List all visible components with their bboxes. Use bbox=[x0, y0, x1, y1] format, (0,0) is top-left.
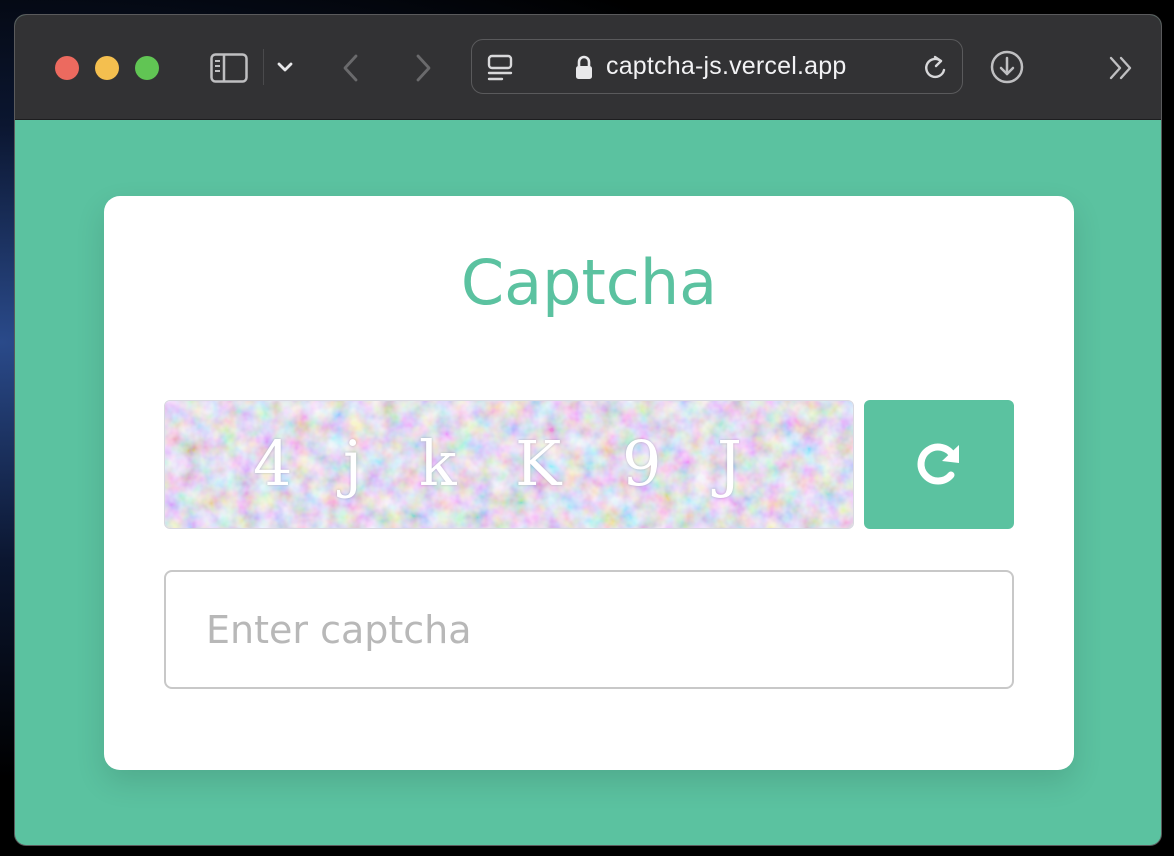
captcha-char: j bbox=[343, 427, 363, 500]
browser-toolbar: captcha-js.vercel.app bbox=[15, 15, 1161, 120]
back-icon[interactable] bbox=[340, 53, 362, 83]
browser-window: captcha-js.vercel.app Captcha 4 j k K 9 … bbox=[14, 14, 1162, 846]
captcha-char: J bbox=[717, 427, 742, 500]
captcha-input[interactable] bbox=[164, 570, 1014, 689]
captcha-char: K bbox=[515, 427, 562, 500]
captcha-card: Captcha 4 j k K 9 J bbox=[104, 196, 1074, 770]
refresh-captcha-button[interactable] bbox=[864, 400, 1014, 529]
zoom-window-button[interactable] bbox=[135, 56, 159, 80]
page-title: Captcha bbox=[460, 246, 718, 319]
url-text[interactable]: captcha-js.vercel.app bbox=[606, 52, 846, 81]
minimize-window-button[interactable] bbox=[95, 56, 119, 80]
more-icon[interactable] bbox=[1107, 53, 1137, 83]
address-bar[interactable]: captcha-js.vercel.app bbox=[471, 39, 963, 94]
captcha-char: k bbox=[419, 427, 457, 500]
lock-icon bbox=[576, 55, 592, 79]
toolbar-divider bbox=[263, 49, 264, 85]
sidebar-icon[interactable] bbox=[210, 53, 248, 83]
captcha-char: 4 bbox=[253, 427, 293, 500]
captcha-image: 4 j k K 9 J bbox=[164, 400, 854, 529]
close-window-button[interactable] bbox=[55, 56, 79, 80]
captcha-characters: 4 j k K 9 J bbox=[165, 401, 853, 528]
refresh-icon bbox=[917, 443, 959, 485]
captcha-char: 9 bbox=[622, 427, 662, 500]
reader-icon[interactable] bbox=[486, 54, 514, 82]
chevron-down-icon[interactable] bbox=[275, 55, 295, 79]
download-icon[interactable] bbox=[989, 49, 1025, 85]
forward-icon[interactable] bbox=[412, 53, 434, 83]
reload-icon[interactable] bbox=[922, 53, 950, 83]
